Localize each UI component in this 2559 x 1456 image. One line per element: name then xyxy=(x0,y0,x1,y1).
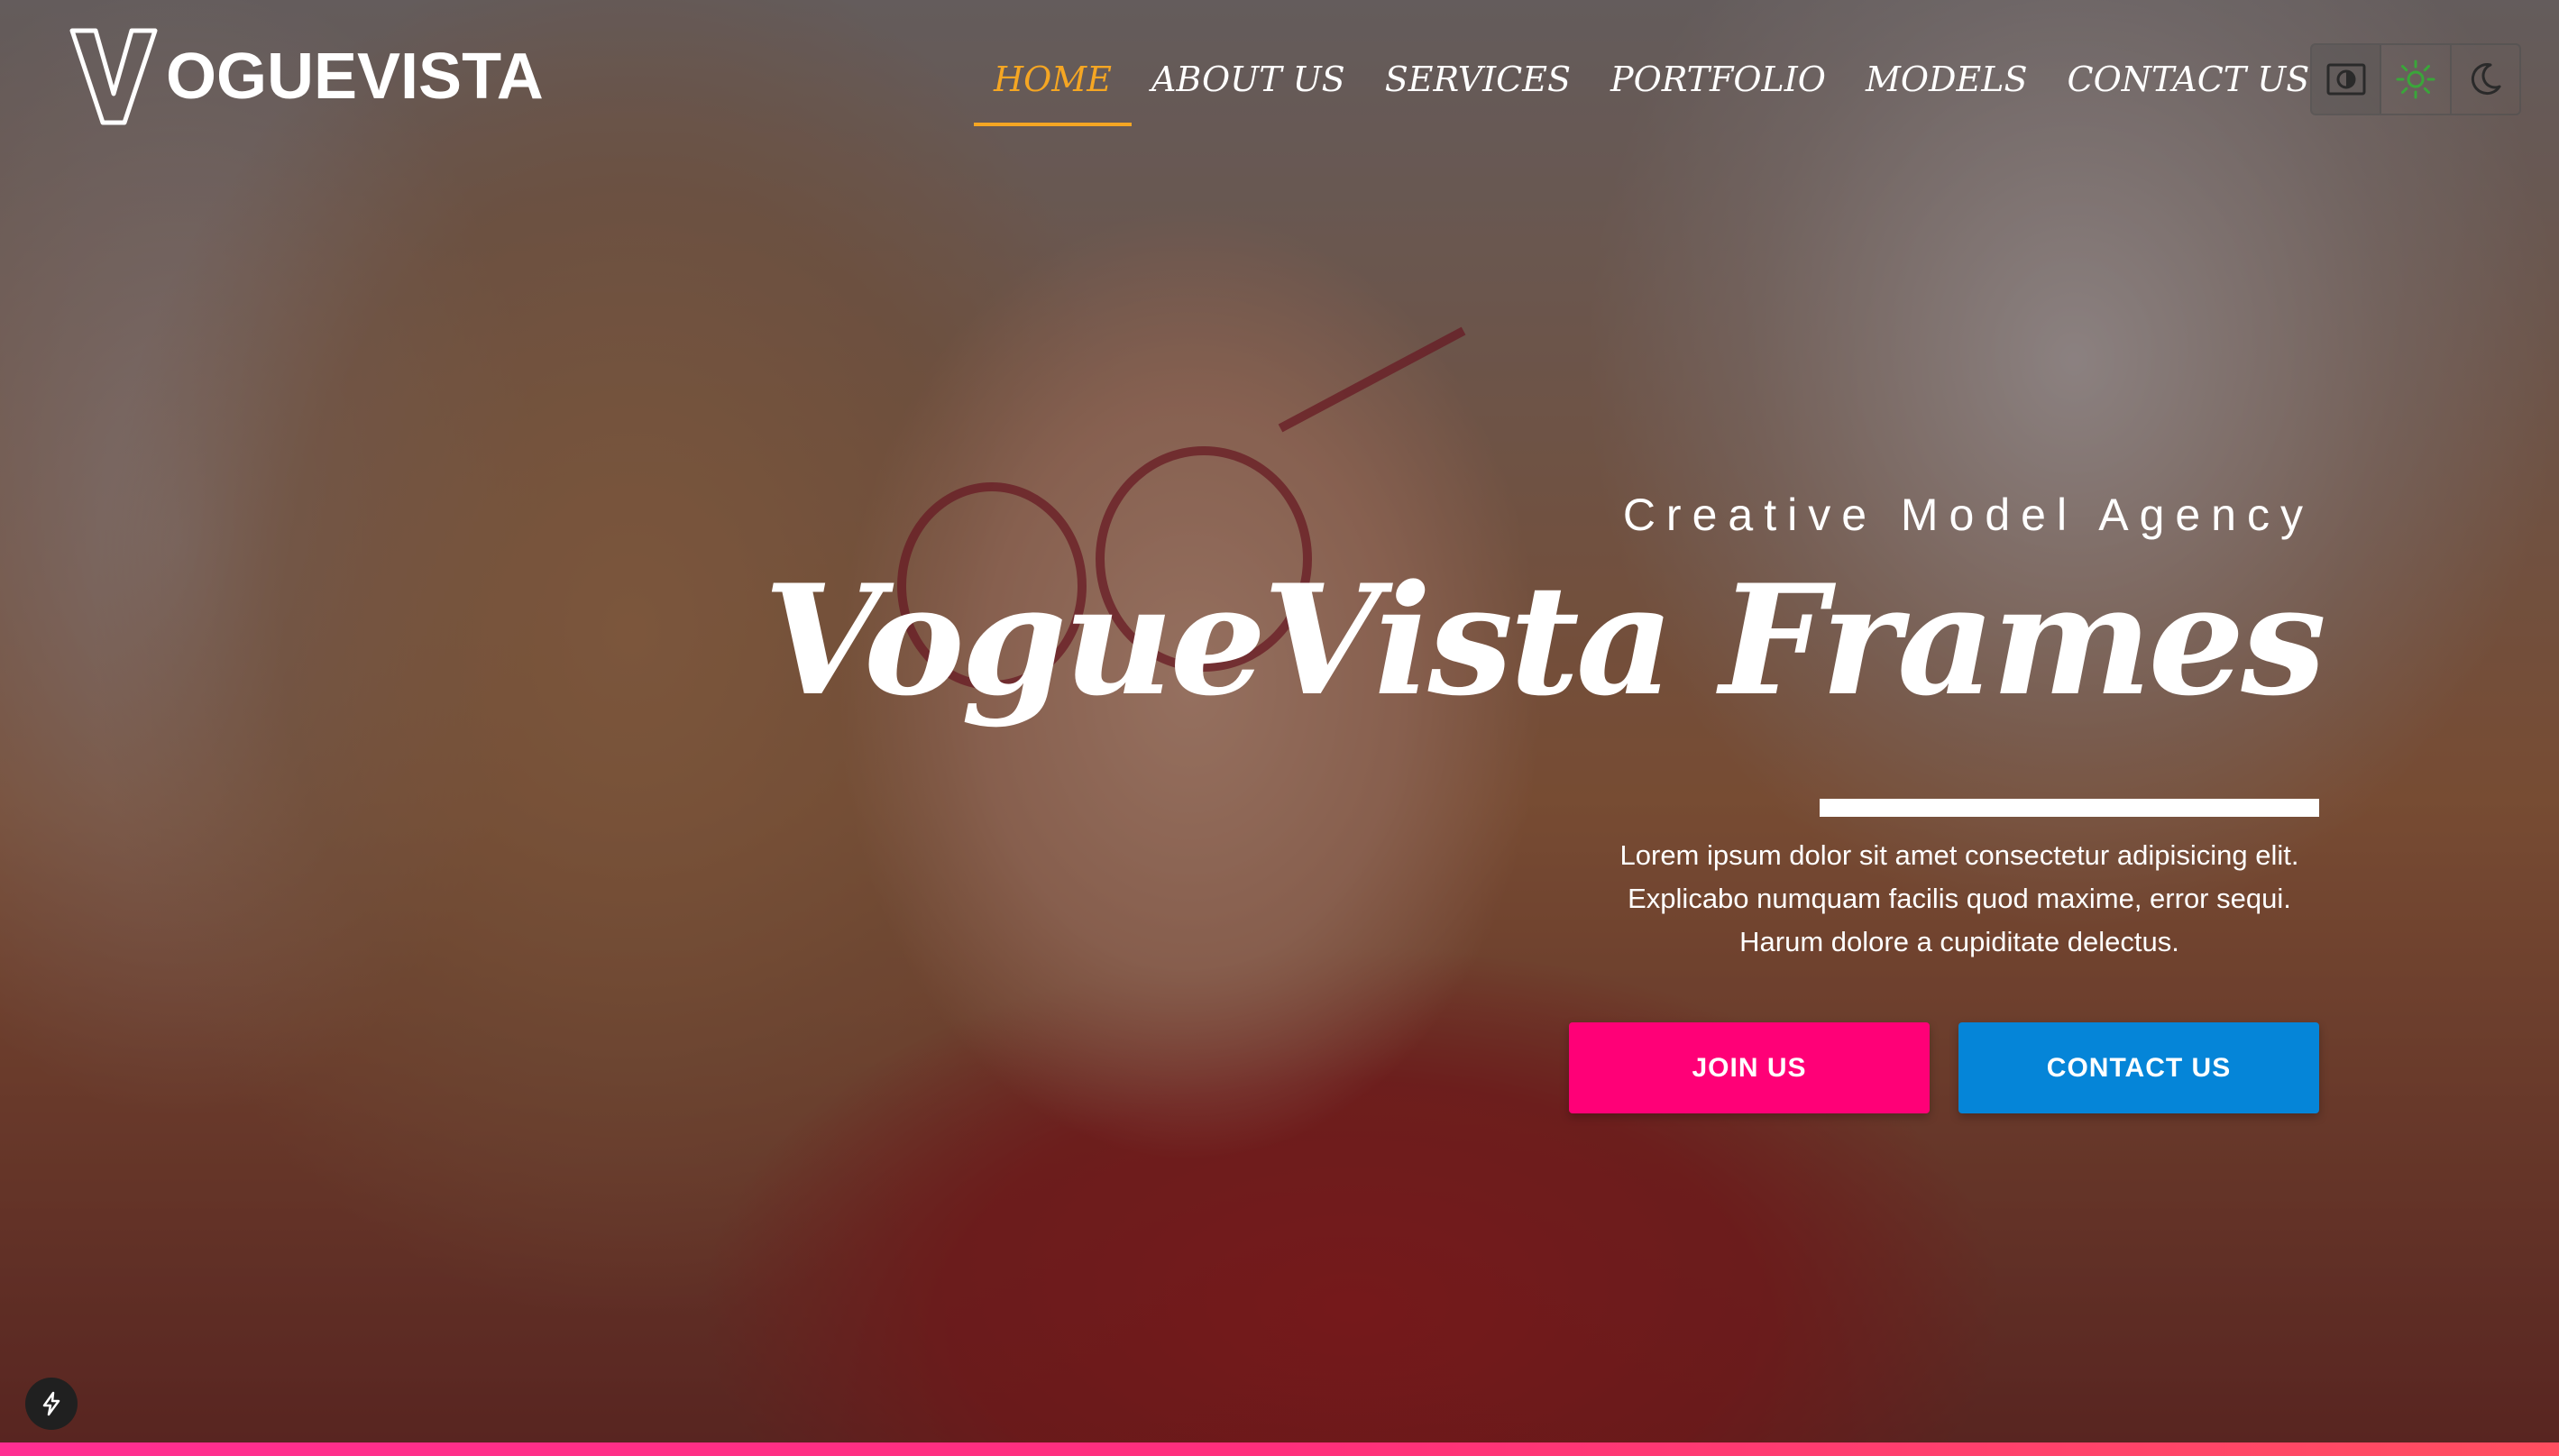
nav-item-about-us[interactable]: ABOUT US xyxy=(1132,36,1365,126)
hero-description: Lorem ipsum dolor sit amet consectetur a… xyxy=(1619,839,2299,957)
nav-item-services[interactable]: SERVICES xyxy=(1365,36,1591,126)
hero-title: VogueVista Frames xyxy=(763,551,2326,729)
sun-icon xyxy=(2396,60,2435,99)
nav-item-models[interactable]: MODELS xyxy=(1846,36,2048,126)
contrast-icon xyxy=(2326,63,2366,96)
hero-kicker: Creative Model Agency xyxy=(1622,490,2314,540)
site-logo[interactable]: OGUEVISTA xyxy=(69,27,544,126)
lightning-icon xyxy=(42,1391,60,1416)
theme-light-button[interactable] xyxy=(2381,45,2452,114)
logo-v-mark xyxy=(69,28,158,125)
join-us-button[interactable]: JOIN US xyxy=(1569,1022,1930,1113)
theme-dark-button[interactable] xyxy=(2452,45,2519,114)
theme-system-button[interactable] xyxy=(2312,45,2382,114)
logo-text: OGUEVISTA xyxy=(166,41,544,113)
hero-divider xyxy=(1820,799,2319,817)
contact-us-button[interactable]: CONTACT US xyxy=(1958,1022,2319,1113)
nav-item-portfolio[interactable]: PORTFOLIO xyxy=(1591,36,1846,126)
main-navigation: HOME ABOUT US SERVICES PORTFOLIO MODELS … xyxy=(974,36,2329,126)
bottom-accent-bar xyxy=(0,1442,2559,1456)
nav-item-contact-us[interactable]: CONTACT US xyxy=(2048,36,2330,126)
moon-icon xyxy=(2472,63,2501,96)
theme-toggle-group xyxy=(2310,43,2521,115)
dev-tools-badge[interactable] xyxy=(25,1378,78,1430)
nav-item-home[interactable]: HOME xyxy=(974,36,1132,126)
